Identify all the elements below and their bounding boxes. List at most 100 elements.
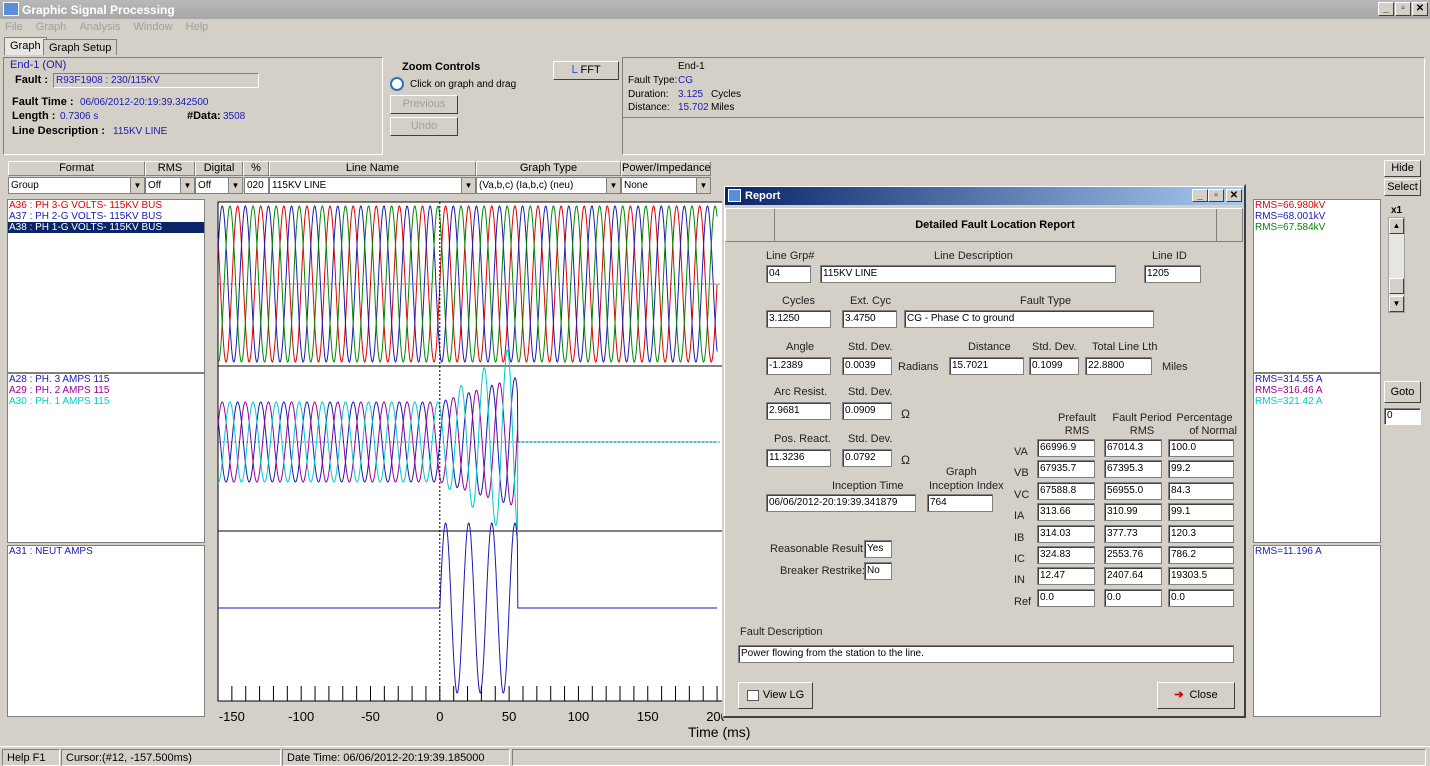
chevron-down-icon: ▼ — [461, 178, 475, 193]
row-ia-fault[interactable]: 310.99 — [1104, 503, 1162, 521]
channel-a38[interactable]: A38 : PH 1-G VOLTS- 115KV BUS — [8, 222, 204, 233]
rms-a30: RMS=321.42 A — [1255, 396, 1323, 407]
close-window-button[interactable]: ✕ — [1412, 2, 1428, 16]
ext-cyc-field[interactable]: 3.4750 — [842, 310, 897, 328]
row-ic-fault[interactable]: 2553.76 — [1104, 546, 1162, 564]
view-lg-button[interactable]: View LG — [738, 682, 813, 709]
inception-field[interactable]: 06/06/2012-20:19:39.341879 — [766, 494, 916, 512]
line-grp-field[interactable]: 04 — [766, 265, 811, 283]
scroll-down-icon[interactable]: ▼ — [1389, 296, 1404, 312]
digital-select[interactable]: Off ▼ — [195, 177, 243, 194]
channel-a29[interactable]: A29 : PH. 2 AMPS 115 — [8, 385, 204, 396]
summary-type-value: CG — [678, 75, 693, 86]
row-vb-pct[interactable]: 99.2 — [1168, 460, 1234, 478]
close-button[interactable]: ➔ Close — [1157, 682, 1235, 709]
row-ia-pct[interactable]: 99.1 — [1168, 503, 1234, 521]
row-ic-pct[interactable]: 786.2 — [1168, 546, 1234, 564]
scroll-thumb[interactable] — [1389, 278, 1404, 294]
row-vb-pre[interactable]: 67935.7 — [1037, 460, 1095, 478]
fault-value: R93F1908 : 230/115KV — [53, 73, 259, 88]
waveform-graph[interactable]: -150-100-50050100150200 Time (ms) — [206, 196, 724, 744]
channel-a36[interactable]: A36 : PH 3-G VOLTS- 115KV BUS — [8, 200, 204, 211]
row-va-fault[interactable]: 67014.3 — [1104, 439, 1162, 457]
menu-analysis[interactable]: Analysis — [79, 21, 120, 33]
row-ib-pct[interactable]: 120.3 — [1168, 525, 1234, 543]
title-bar: Graphic Signal Processing _ ▫ ✕ — [0, 0, 1430, 19]
angle-sd-field[interactable]: 0.0039 — [842, 357, 892, 375]
menu-file[interactable]: File — [5, 21, 23, 33]
breaker-field[interactable]: No — [864, 562, 892, 580]
row-vc-pre[interactable]: 67588.8 — [1037, 482, 1095, 500]
tab-graph[interactable]: Graph — [4, 37, 47, 55]
row-ic-pre[interactable]: 324.83 — [1037, 546, 1095, 564]
graph-idx-field[interactable]: 764 — [927, 494, 993, 512]
scroll-up-icon[interactable]: ▲ — [1389, 218, 1404, 234]
channel-a30[interactable]: A30 : PH. 1 AMPS 115 — [8, 396, 204, 407]
row-va-pct[interactable]: 100.0 — [1168, 439, 1234, 457]
zoom-scrollbar[interactable]: ▲ ▼ — [1388, 217, 1405, 313]
line-name-value: 115KV LINE — [272, 180, 327, 191]
total-len-label: Total Line Lth — [1092, 341, 1158, 353]
goto-input[interactable]: 0 — [1384, 408, 1421, 425]
row-vb-fault[interactable]: 67395.3 — [1104, 460, 1162, 478]
row-ref-pre[interactable]: 0.0 — [1037, 589, 1095, 607]
select-button[interactable]: Select — [1384, 179, 1421, 196]
row-ib-pre[interactable]: 314.03 — [1037, 525, 1095, 543]
channel-a31[interactable]: A31 : NEUT AMPS — [8, 546, 204, 557]
menu-graph[interactable]: Graph — [36, 21, 67, 33]
goto-button[interactable]: Goto — [1384, 381, 1421, 403]
hide-button[interactable]: Hide — [1384, 160, 1421, 177]
arc-field[interactable]: 2.9681 — [766, 402, 831, 420]
row-vc-fault[interactable]: 56955.0 — [1104, 482, 1162, 500]
pos-field[interactable]: 11.3236 — [766, 449, 831, 467]
row-ref-fault[interactable]: 0.0 — [1104, 589, 1162, 607]
row-ib-fault[interactable]: 377.73 — [1104, 525, 1162, 543]
report-minimize-button[interactable]: _ — [1192, 189, 1208, 202]
previous-button[interactable]: Previous — [390, 95, 458, 114]
app-icon — [3, 2, 19, 16]
cycles-field[interactable]: 3.1250 — [766, 310, 831, 328]
line-id-field[interactable]: 1205 — [1144, 265, 1201, 283]
row-in-pct[interactable]: 19303.5 — [1168, 567, 1234, 585]
report-close-x-button[interactable]: ✕ — [1226, 189, 1242, 202]
end-label: End-1 (ON) — [10, 59, 67, 71]
undo-button[interactable]: Undo — [390, 117, 458, 136]
format-select[interactable]: Group ▼ — [8, 177, 145, 194]
rms-select[interactable]: Off ▼ — [145, 177, 195, 194]
pos-sd-field[interactable]: 0.0792 — [842, 449, 892, 467]
channel-a37[interactable]: A37 : PH 2-G VOLTS- 115KV BUS — [8, 211, 204, 222]
fault-type-field[interactable]: CG - Phase C to ground — [904, 310, 1154, 328]
channel-list-current[interactable]: A28 : PH. 3 AMPS 115 A29 : PH. 2 AMPS 11… — [7, 373, 205, 543]
zoom-controls-title: Zoom Controls — [402, 61, 481, 73]
summary-distance-label: Distance: — [628, 102, 670, 113]
maximize-button[interactable]: ▫ — [1395, 2, 1411, 16]
report-maximize-button[interactable]: ▫ — [1208, 189, 1224, 202]
line-desc-field[interactable]: 115KV LINE — [820, 265, 1116, 283]
menu-window[interactable]: Window — [133, 21, 172, 33]
graph-type-select[interactable]: (Va,b,c) (Ia,b,c) (neu) ▼ — [476, 177, 621, 194]
row-va-pre[interactable]: 66996.9 — [1037, 439, 1095, 457]
tab-graph-setup[interactable]: Graph Setup — [43, 39, 118, 55]
channel-list-voltage[interactable]: A36 : PH 3-G VOLTS- 115KV BUS A37 : PH 2… — [7, 199, 205, 373]
distance-field[interactable]: 15.7021 — [949, 357, 1024, 375]
arc-sd-field[interactable]: 0.0909 — [842, 402, 892, 420]
total-len-field[interactable]: 22.8800 — [1085, 357, 1152, 375]
line-name-select[interactable]: 115KV LINE ▼ — [269, 177, 476, 194]
row-in-fault[interactable]: 2407.64 — [1104, 567, 1162, 585]
pct-input[interactable]: 020 — [244, 177, 269, 194]
row-ref-pct[interactable]: 0.0 — [1168, 589, 1234, 607]
minimize-button[interactable]: _ — [1378, 2, 1394, 16]
ext-cyc-label: Ext. Cyc — [850, 295, 891, 307]
reasonable-field[interactable]: Yes — [864, 540, 892, 558]
fault-desc-field[interactable]: Power flowing from the station to the li… — [738, 645, 1234, 663]
power-select[interactable]: None ▼ — [621, 177, 711, 194]
channel-list-neutral[interactable]: A31 : NEUT AMPS — [7, 545, 205, 717]
dist-sd-field[interactable]: 0.1099 — [1029, 357, 1079, 375]
fft-button[interactable]: ᒪ FFT — [553, 61, 619, 80]
menu-help[interactable]: Help — [186, 21, 209, 33]
row-ia-pre[interactable]: 313.66 — [1037, 503, 1095, 521]
channel-a28[interactable]: A28 : PH. 3 AMPS 115 — [8, 374, 204, 385]
row-in-pre[interactable]: 12.47 — [1037, 567, 1095, 585]
angle-field[interactable]: -1.2389 — [766, 357, 831, 375]
row-vc-pct[interactable]: 84.3 — [1168, 482, 1234, 500]
